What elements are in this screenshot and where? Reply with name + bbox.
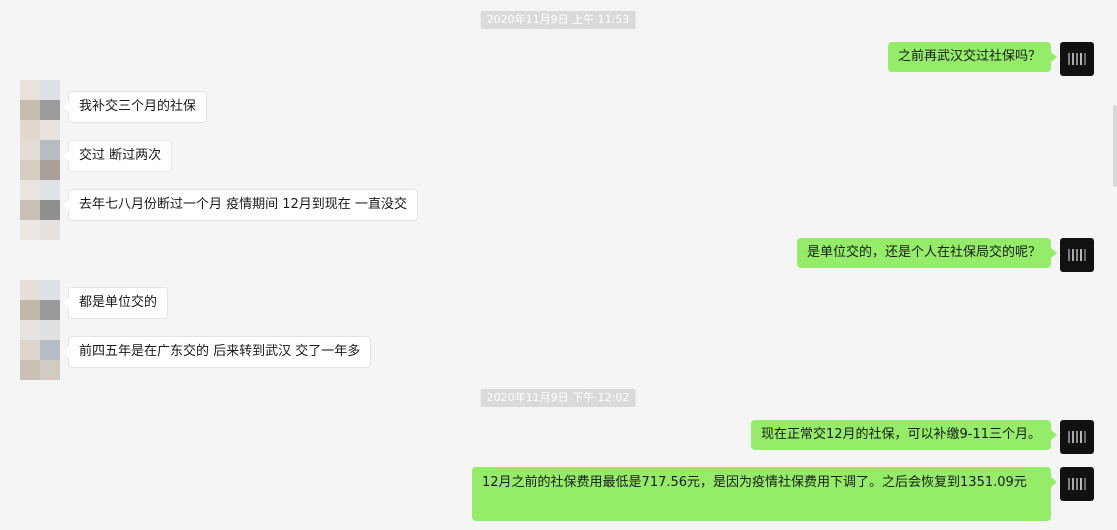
message-bubble-outgoing[interactable]: 之前再武汉交过社保吗？	[887, 42, 1058, 72]
message-bubble-outgoing[interactable]: 现在正常交12月的社保，可以补缴9-11三个月。	[750, 420, 1058, 450]
my-avatar[interactable]	[1060, 420, 1094, 454]
scrollbar[interactable]	[1113, 105, 1117, 187]
contact-avatar[interactable]	[20, 80, 60, 240]
message-bubble-outgoing[interactable]: 是单位交的，还是个人在社保局交的呢？	[796, 238, 1058, 268]
contact-avatar[interactable]	[20, 280, 60, 380]
message-bubble-incoming[interactable]: 去年七八月份断过一个月 疫情期间 12月到现在 一直没交	[63, 189, 418, 221]
message-bubble-incoming[interactable]: 都是单位交的	[62, 287, 169, 319]
message-bubble-incoming[interactable]: 我补交三个月的社保	[62, 91, 208, 123]
timestamp: 2020年11月9日 下午 12:02	[480, 389, 636, 407]
message-bubble-incoming[interactable]: 交过 断过两次	[62, 140, 173, 172]
my-avatar[interactable]	[1060, 467, 1094, 501]
my-avatar[interactable]	[1060, 238, 1094, 272]
timestamp: 2020年11月9日 上午 11:53	[480, 11, 636, 29]
message-bubble-outgoing[interactable]: 12月之前的社保费用最低是717.56元，是因为疫情社保费用下调了。之后会恢复到…	[472, 467, 1057, 521]
message-bubble-incoming[interactable]: 前四五年是在广东交的 后来转到武汉 交了一年多	[62, 336, 372, 368]
my-avatar[interactable]	[1060, 42, 1094, 76]
chat-area: 2020年11月9日 上午 11:53 之前再武汉交过社保吗？ 我补交三个月的社…	[0, 0, 1117, 530]
